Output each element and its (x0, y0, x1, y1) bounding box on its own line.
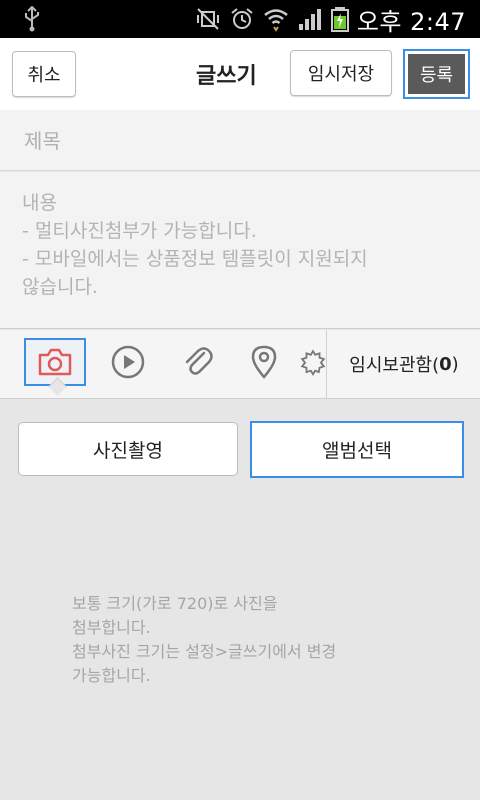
attach-clip-icon (185, 347, 213, 375)
video-tab[interactable] (98, 338, 158, 386)
draft-box-button[interactable]: 임시보관함(0) (326, 330, 480, 398)
status-bar: 오후 2:47 (0, 0, 480, 38)
page-title: 글쓰기 (196, 64, 257, 89)
camera-tab[interactable] (24, 338, 86, 386)
take-photo-button[interactable]: 사진촬영 (18, 422, 238, 476)
camera-icon (38, 348, 72, 376)
sticker-tab[interactable] (300, 338, 326, 386)
alarm-icon (231, 8, 253, 29)
save-draft-button[interactable]: 임시저장 (290, 50, 392, 96)
file-attach-tab[interactable] (168, 338, 228, 386)
draft-box-label: 임시보관함( (349, 355, 440, 376)
top-action-bar: 취소 글쓰기 임시저장 등록 (0, 38, 480, 111)
content-textarea[interactable]: 내용 - 멀티사진첨부가 가능합니다. - 모바일에서는 상품정보 템플릿이 지… (0, 172, 480, 329)
sticker-icon (300, 349, 326, 377)
mute-vibrate-icon (196, 8, 219, 30)
title-input[interactable] (22, 128, 466, 154)
title-field-container (0, 110, 480, 171)
usb-icon (25, 6, 39, 32)
location-tab[interactable] (234, 338, 294, 386)
video-play-icon (111, 345, 145, 379)
status-time: 오후 2:47 (356, 7, 466, 36)
draft-box-close: ) (451, 353, 459, 375)
photo-size-info: 보통 크기(가로 720)로 사진을 첨부합니다. 첨부사진 크기는 설정>글쓰… (72, 594, 337, 685)
register-button[interactable]: 등록 (408, 54, 465, 94)
signal-icon (298, 9, 321, 30)
cancel-button[interactable]: 취소 (12, 51, 76, 97)
content-placeholder: 내용 - 멀티사진첨부가 가능합니다. - 모바일에서는 상품정보 템플릿이 지… (22, 192, 368, 298)
register-button-focus[interactable]: 등록 (403, 49, 470, 99)
attachment-toolbar: 임시보관함(0) (0, 330, 480, 399)
album-select-button[interactable]: 앨범선택 (250, 421, 464, 478)
location-pin-icon (251, 345, 277, 379)
battery-charging-icon (330, 7, 349, 32)
wifi-icon (264, 9, 288, 32)
draft-box-count: 0 (439, 353, 452, 375)
